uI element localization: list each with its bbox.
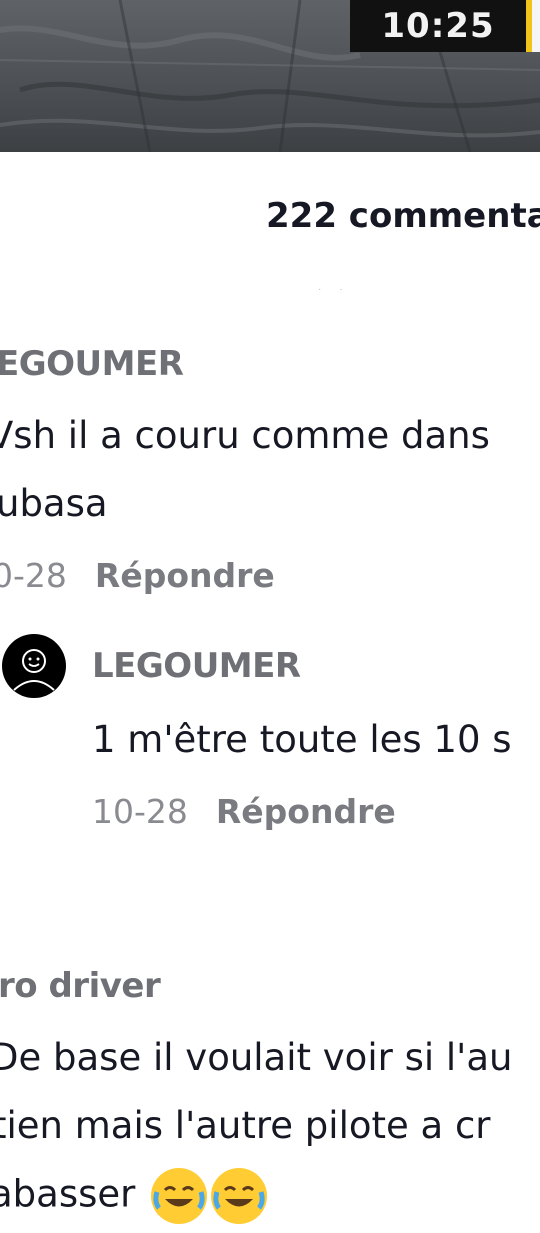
loading-dots: ··	[318, 284, 361, 295]
comment-meta: 0-28 Répondre	[0, 556, 275, 595]
comment-count-title: 222 commenta	[266, 196, 540, 236]
reply-text-line: 1 m'être toute les 10 s	[92, 718, 512, 761]
comment-text-line: De base il voulait voir si l'au	[0, 1036, 513, 1079]
laughing-emoji-icon	[151, 1168, 208, 1224]
reply-meta: 10-28 Répondre	[92, 792, 396, 831]
laughing-emoji-icon	[211, 1168, 268, 1224]
video-preview[interactable]: 10:25	[0, 0, 540, 152]
user-avatar[interactable]	[2, 634, 66, 698]
video-timestamp: 10:25	[350, 0, 526, 52]
reply-button[interactable]: Répondre	[216, 792, 396, 831]
reply-username[interactable]: LEGOUMER	[92, 646, 301, 686]
comment-text-line: tien mais l'autre pilote a cr	[0, 1104, 491, 1147]
comment-text-line-with-emoji: abasser	[0, 1168, 268, 1224]
comment-username[interactable]: ro driver	[0, 966, 161, 1006]
comment-date: 0-28	[0, 556, 67, 595]
user-avatar-icon	[13, 649, 55, 691]
overlay-white-bar	[532, 0, 540, 52]
reply-button[interactable]: Répondre	[95, 556, 275, 595]
comment-text-line: ubasa	[0, 482, 108, 525]
comment-text-line: abasser	[0, 1172, 136, 1216]
reply-date: 10-28	[92, 792, 188, 831]
comment-text-line: Vsh il a couru comme dans	[0, 414, 490, 457]
comment-username[interactable]: EGOUMER	[0, 344, 184, 384]
